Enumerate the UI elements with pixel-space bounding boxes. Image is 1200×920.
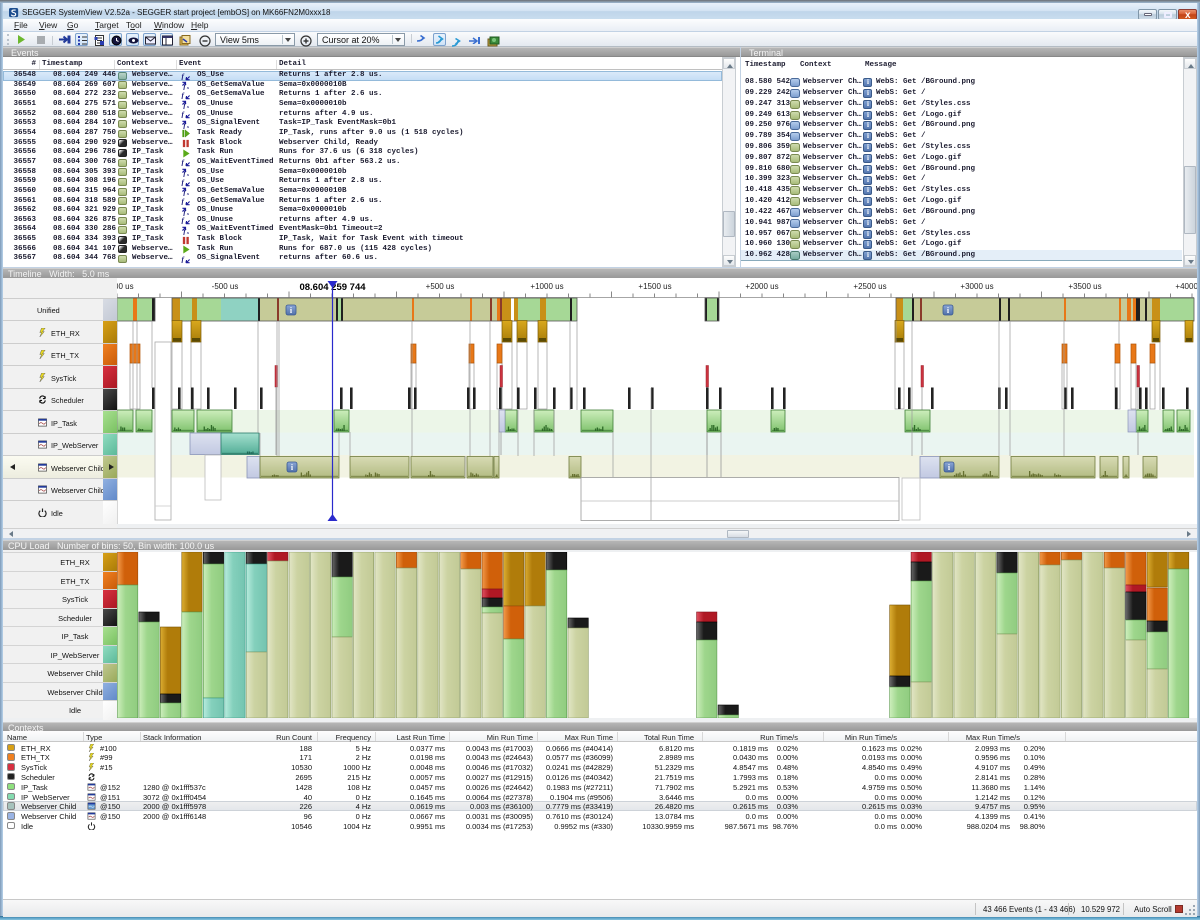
svg-text:+4000 us: +4000 us [1175, 282, 1197, 291]
svg-text:+2500 us: +2500 us [853, 282, 886, 291]
svg-text:-500 us: -500 us [212, 282, 239, 291]
svg-text:+1000 us: +1000 us [530, 282, 563, 291]
svg-text:+1500 us: +1500 us [638, 282, 671, 291]
svg-text:+3500 us: +3500 us [1068, 282, 1101, 291]
svg-text:+2000 us: +2000 us [745, 282, 778, 291]
svg-text:+3000 us: +3000 us [960, 282, 993, 291]
svg-text:+500 us: +500 us [426, 282, 455, 291]
svg-text:-1000 us: -1000 us [117, 282, 134, 291]
